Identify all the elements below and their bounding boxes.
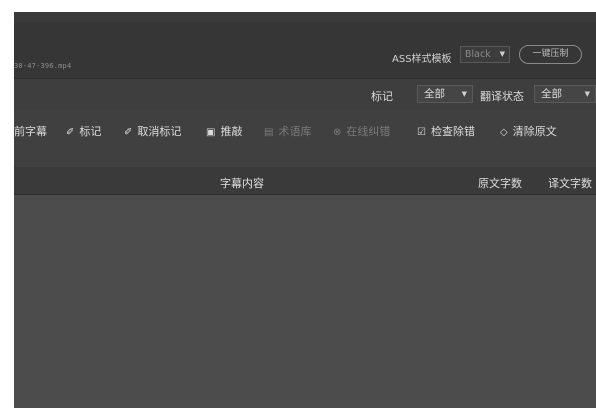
translate-status-select[interactable]: 全部 ▼ [534, 85, 596, 103]
chevron-down-icon: ▼ [499, 50, 505, 58]
circle-x-icon: ⊗ [333, 127, 342, 138]
pin-icon: ✐ [66, 127, 75, 138]
ass-template-value: Black [465, 49, 491, 60]
toolbar: 前字幕 ✐ 标记 ✐ 取消标记 ▣ 推敲 ▤ 术语库 ⊗ 在线纠错 ☑ 检查除错 ◇ 清除原文 [14, 109, 596, 167]
eraser-icon: ◇ [500, 127, 508, 138]
title-bar [14, 12, 596, 22]
subtitle-editor-window: 30-47-396.mp4 ASS样式模板 Black ▼ 一键压制 标记 全部… [14, 12, 596, 408]
subtitle-list[interactable] [14, 195, 596, 408]
table-header: 字幕内容 原文字数 译文字数 [14, 167, 596, 195]
termbase-button[interactable]: ▤ 术语库 [264, 123, 311, 139]
translate-status-label: 翻译状态 [480, 90, 524, 103]
mark-filter-value: 全部 [424, 88, 445, 100]
ass-template-label: ASS样式模板 [392, 54, 452, 65]
file-bar: 30-47-396.mp4 ASS样式模板 Black ▼ 一键压制 [14, 22, 596, 79]
check-errors-button[interactable]: ☑ 检查除错 [417, 123, 475, 139]
chevron-down-icon: ▼ [584, 90, 590, 98]
one-click-burn-button[interactable]: 一键压制 [519, 45, 582, 64]
document-icon: ▣ [206, 127, 216, 138]
column-header-translation-count[interactable]: 译文字数 [548, 175, 592, 191]
filter-bar: 标记 全部 ▼ 翻译状态 全部 ▼ [14, 79, 596, 109]
chevron-down-icon: ▼ [461, 90, 467, 98]
mark-filter-select[interactable]: 全部 ▼ [417, 85, 473, 103]
video-filename: 30-47-396.mp4 [14, 62, 72, 70]
unmark-button[interactable]: ✐ 取消标记 [124, 123, 181, 139]
column-header-subtitle-content[interactable]: 字幕内容 [220, 175, 264, 191]
mark-filter-label: 标记 [371, 90, 393, 103]
clear-source-button[interactable]: ◇ 清除原文 [500, 123, 557, 139]
previous-subtitle-button[interactable]: 前字幕 [14, 123, 47, 139]
book-icon: ▤ [264, 127, 274, 138]
mark-button[interactable]: ✐ 标记 [66, 123, 101, 139]
pin-icon: ✐ [124, 127, 133, 138]
translate-status-value: 全部 [541, 88, 562, 100]
online-correction-button[interactable]: ⊗ 在线纠错 [333, 123, 390, 139]
ass-template-select[interactable]: Black ▼ [460, 46, 510, 63]
column-header-source-count[interactable]: 原文字数 [478, 175, 522, 191]
refine-button[interactable]: ▣ 推敲 [206, 123, 242, 139]
checkbox-icon: ☑ [417, 127, 426, 138]
